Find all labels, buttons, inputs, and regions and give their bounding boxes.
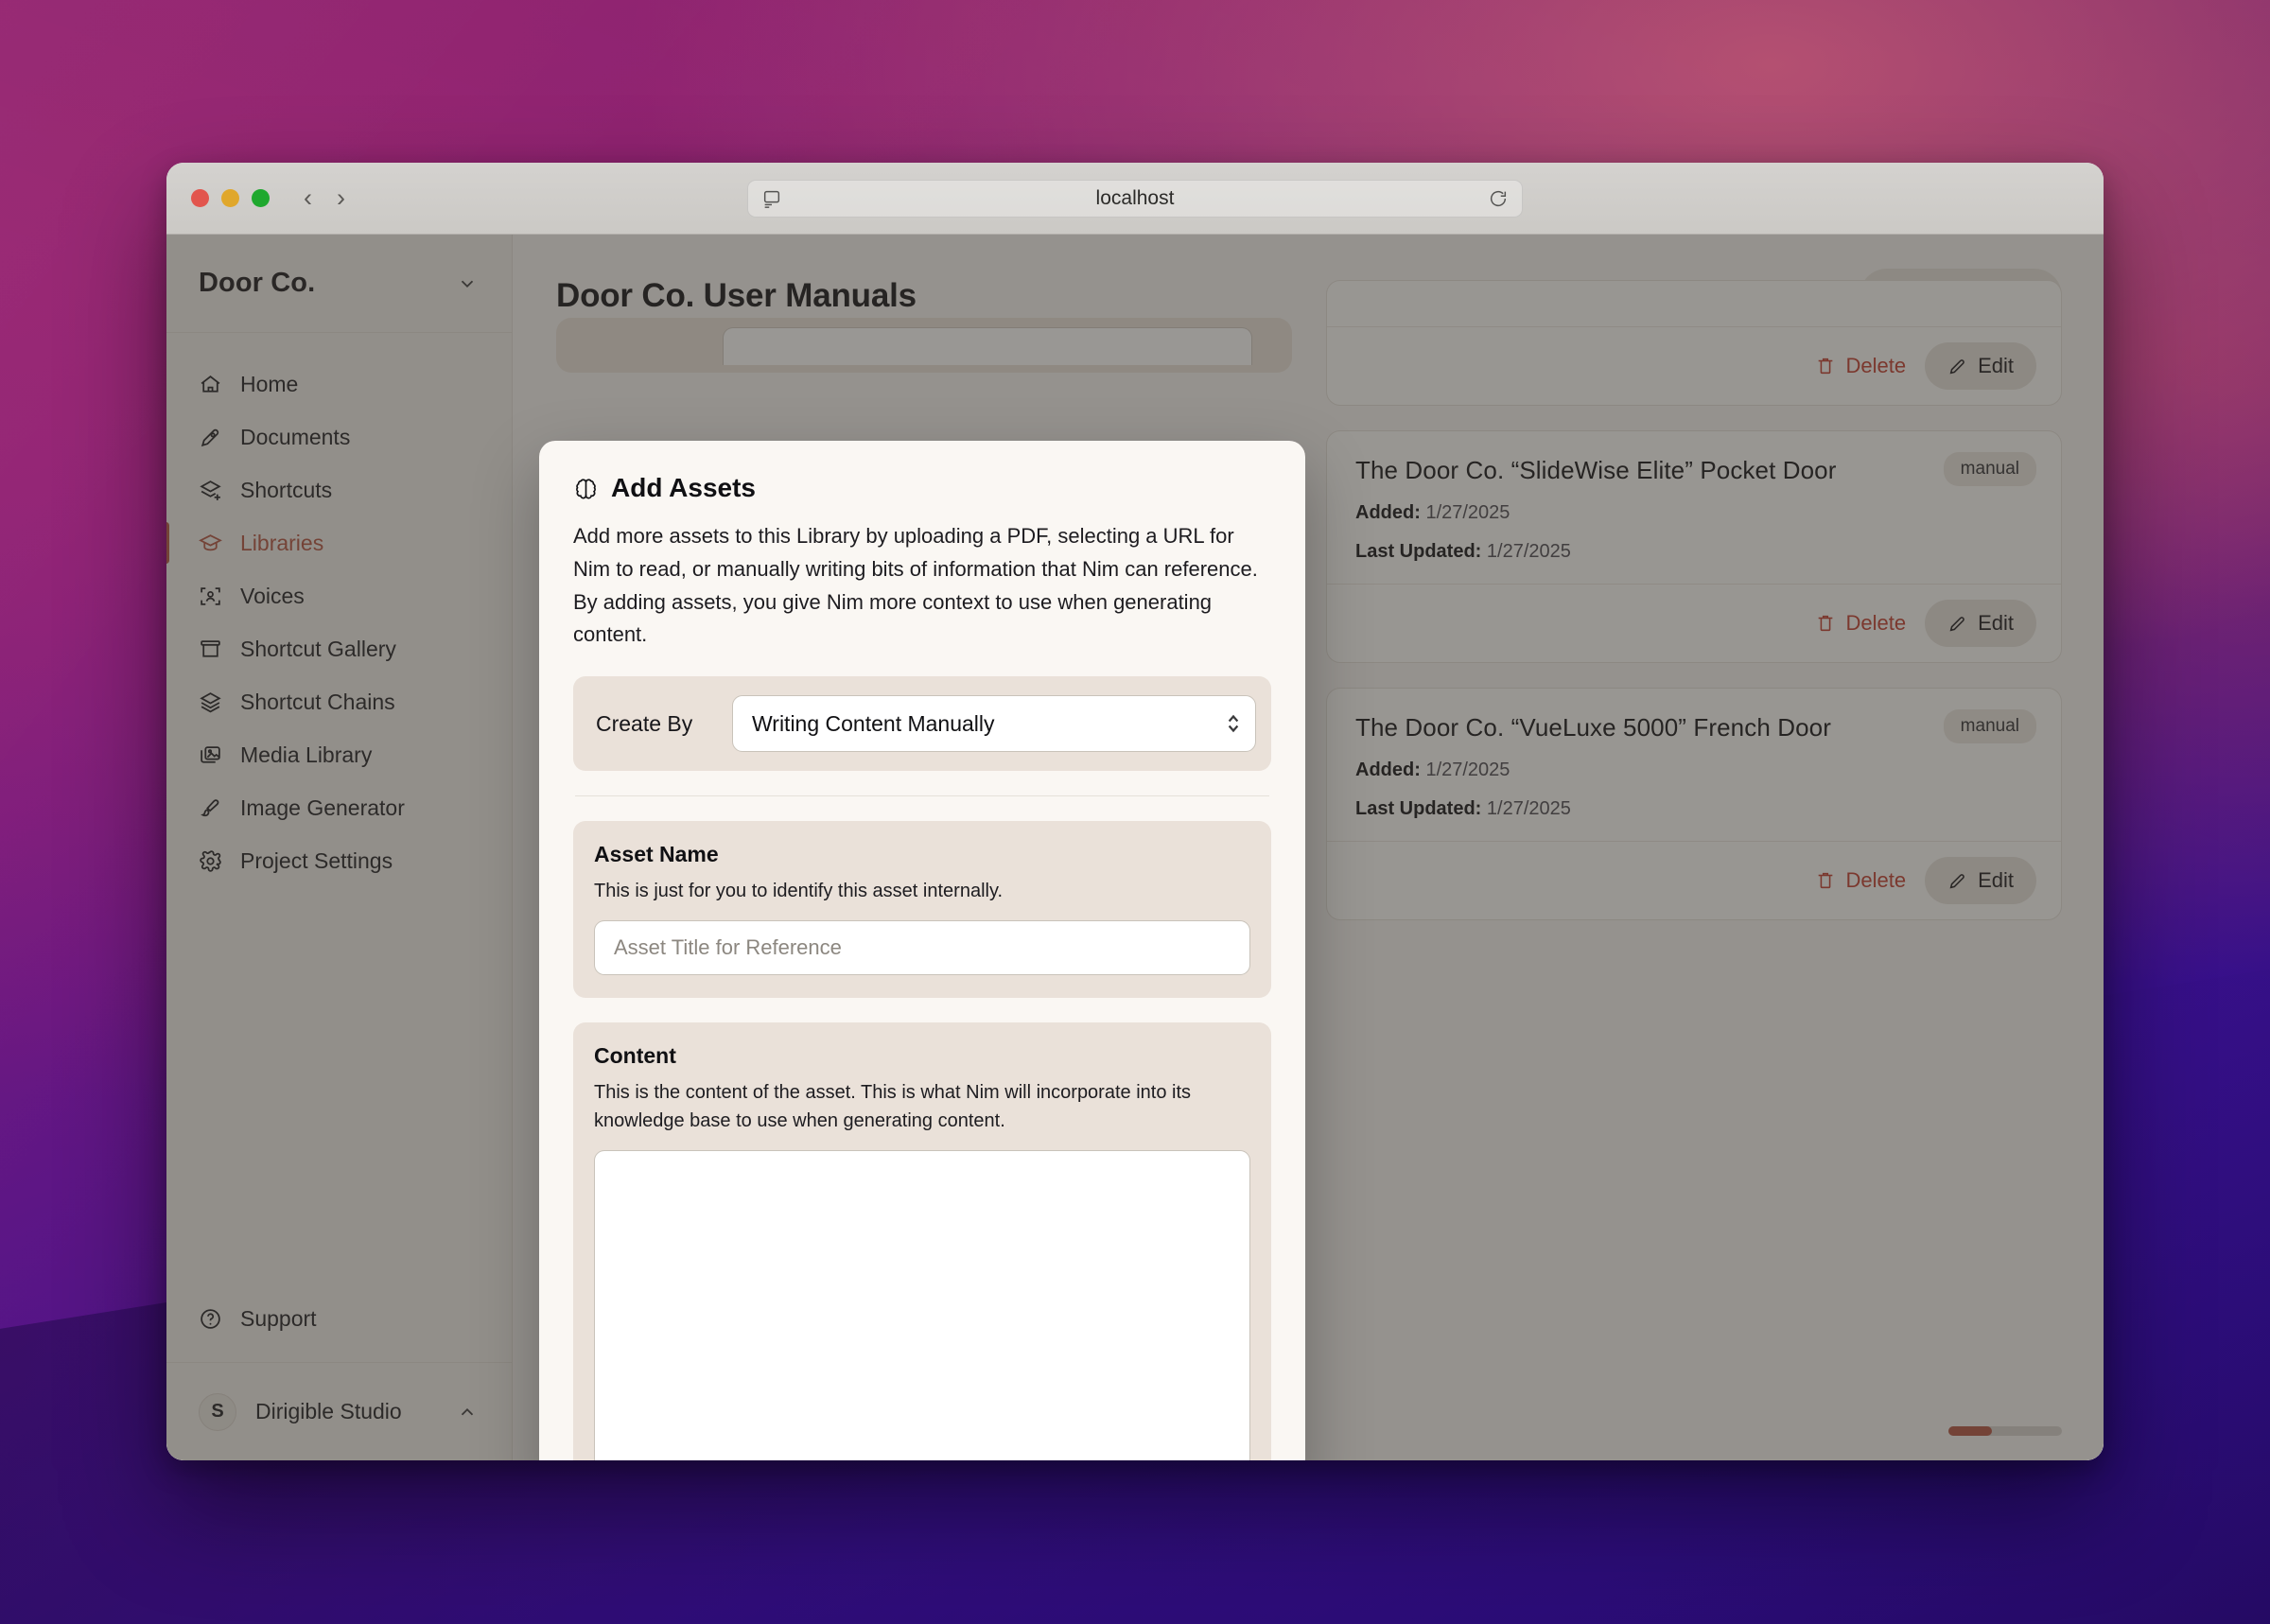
back-button[interactable]: ‹ — [304, 185, 312, 211]
content-help: This is the content of the asset. This i… — [594, 1082, 1192, 1131]
reload-icon[interactable] — [1488, 188, 1509, 209]
maximize-window-button[interactable] — [252, 189, 270, 207]
app-shell: Door Co. Home Documents — [166, 235, 2104, 1460]
create-by-row: Create By Writing Content Manually — [573, 676, 1271, 771]
modal-description: Add more assets to this Library by uploa… — [573, 524, 1258, 647]
close-window-button[interactable] — [191, 189, 209, 207]
modal-title: Add Assets — [573, 473, 1271, 503]
create-by-select[interactable]: Writing Content Manually — [732, 695, 1256, 752]
modal-title-text: Add Assets — [611, 473, 757, 502]
desktop-wallpaper: ‹ › localhost Door Co. — [0, 0, 2270, 1624]
content-textarea[interactable] — [594, 1150, 1250, 1460]
minimize-window-button[interactable] — [221, 189, 239, 207]
brain-icon — [576, 478, 596, 498]
chevron-updown-icon — [1228, 714, 1239, 733]
sidebar-icon — [763, 190, 780, 208]
browser-window: ‹ › localhost Door Co. — [166, 163, 2104, 1460]
modal-divider — [575, 795, 1269, 796]
asset-name-input[interactable] — [594, 920, 1250, 975]
forward-button[interactable]: › — [337, 185, 345, 211]
create-by-label: Create By — [596, 710, 693, 736]
browser-titlebar: ‹ › localhost — [166, 163, 2104, 235]
asset-name-panel: Asset Name This is just for you to ident… — [573, 821, 1271, 998]
asset-name-title: Asset Name — [594, 842, 719, 866]
asset-name-help: This is just for you to identify this as… — [594, 881, 1004, 901]
browser-nav-buttons[interactable]: ‹ › — [304, 185, 345, 211]
add-assets-modal: Add Assets Add more assets to this Libra… — [539, 441, 1305, 1460]
address-bar[interactable]: localhost — [747, 179, 1523, 218]
window-controls[interactable] — [191, 189, 270, 207]
content-title: Content — [594, 1043, 676, 1068]
create-by-selected-value: Writing Content Manually — [752, 710, 995, 736]
content-panel: Content This is the content of the asset… — [573, 1022, 1271, 1460]
create-by-select-wrapper[interactable]: Writing Content Manually — [732, 695, 1256, 752]
address-bar-text: localhost — [1095, 186, 1175, 209]
